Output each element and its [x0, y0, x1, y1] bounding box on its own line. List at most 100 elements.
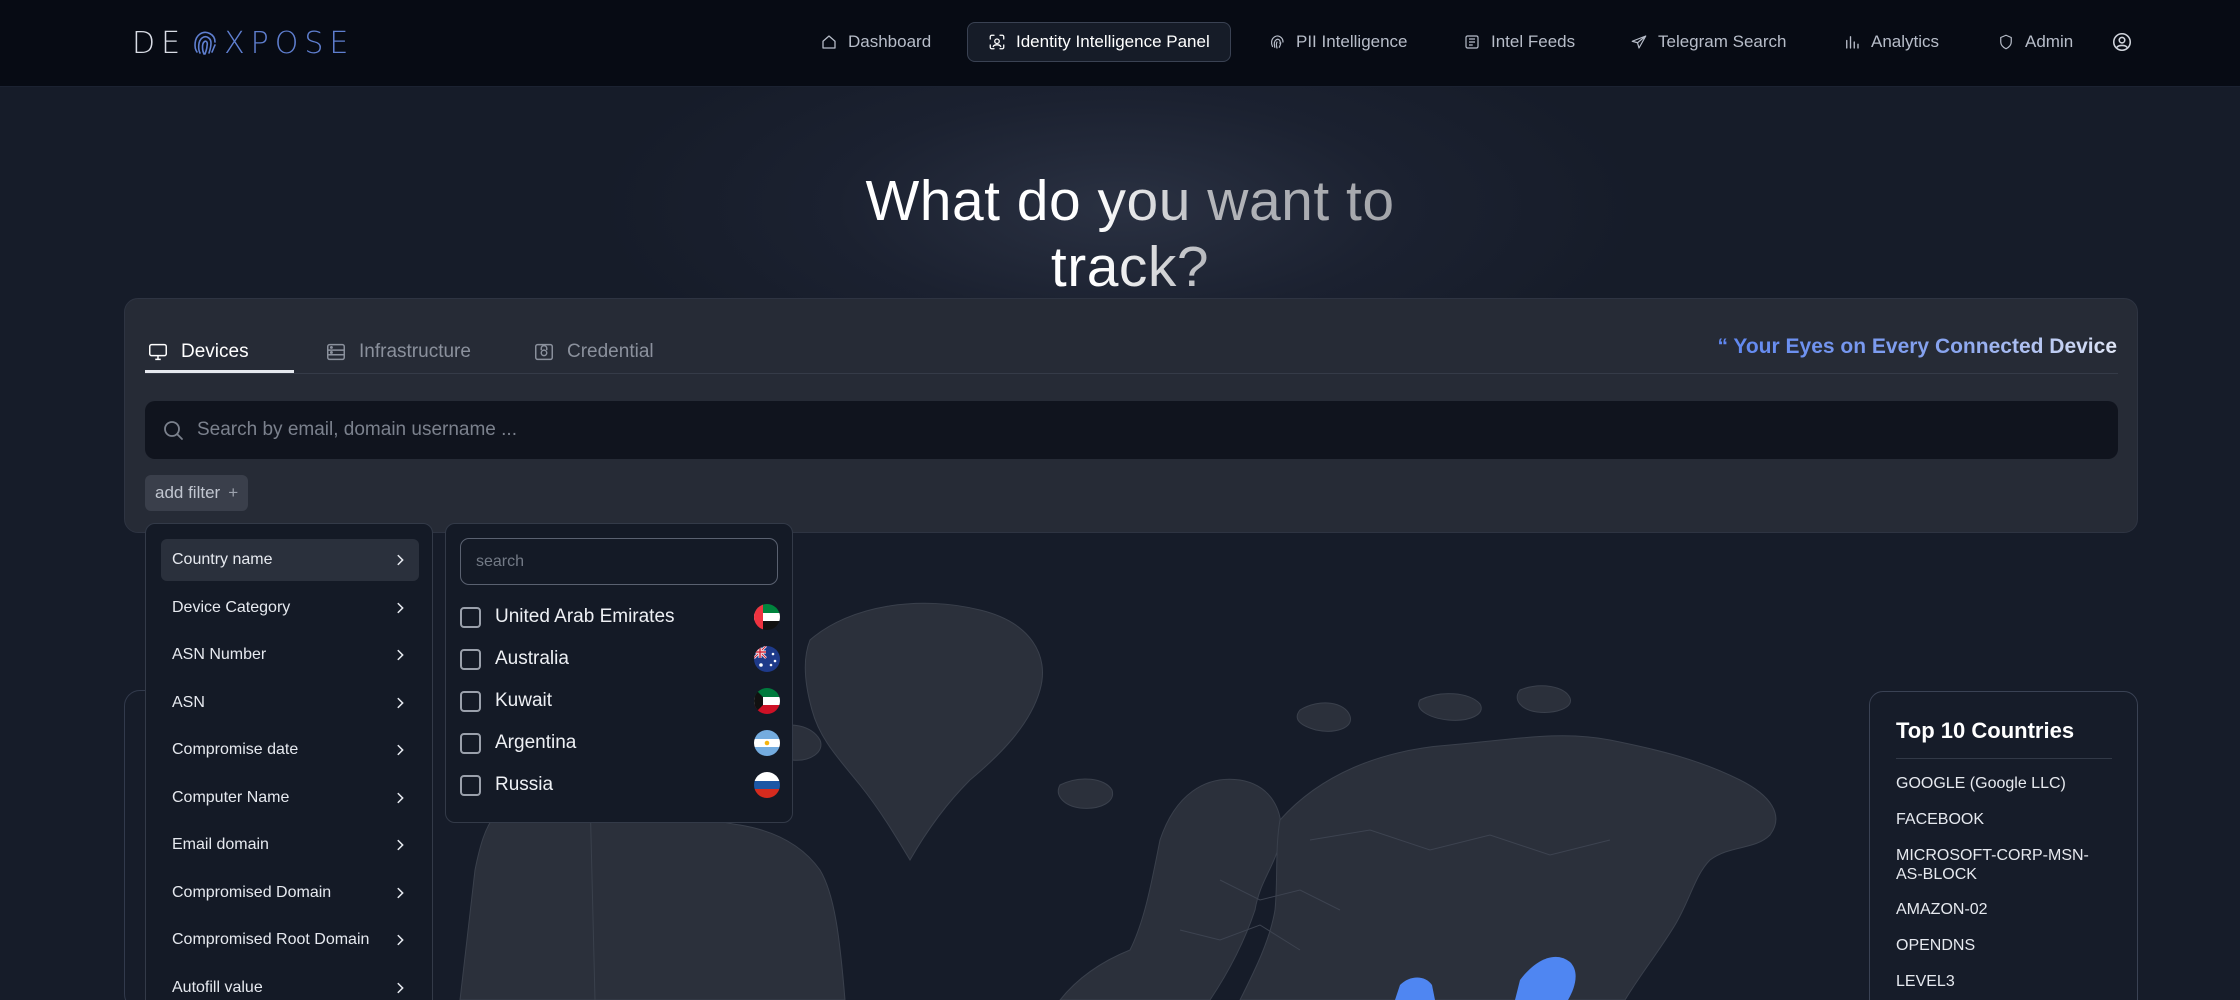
nav-identity-intelligence-panel[interactable]: Identity Intelligence Panel — [967, 22, 1231, 62]
country-option-label: Argentina — [495, 732, 577, 753]
nav-pii-intelligence[interactable]: PII Intelligence — [1268, 22, 1408, 62]
filter-option-label: ASN Number — [172, 646, 267, 663]
country-option-argentina[interactable]: Argentina — [460, 726, 780, 760]
country-checkbox[interactable] — [460, 774, 481, 796]
filter-option-autofill-value[interactable]: Autofill value — [161, 967, 419, 1000]
filter-option-asn-number[interactable]: ASN Number — [161, 634, 419, 676]
filter-option-compromised-domain[interactable]: Compromised Domain — [161, 872, 419, 914]
country-option-label: United Arab Emirates — [495, 606, 675, 627]
map-asia — [1239, 735, 1777, 1000]
filter-option-label: Country name — [172, 551, 273, 568]
filter-option-device-category[interactable]: Device Category — [161, 587, 419, 629]
send-icon — [1631, 35, 1647, 49]
hero-headline-wrap: What do you want to track? — [785, 168, 1475, 299]
tab-credential-label: Credential — [567, 341, 654, 362]
monitor-icon — [149, 343, 167, 361]
top-countries-item[interactable]: OPENDNS — [1896, 936, 2112, 955]
user-circle-icon[interactable] — [2111, 31, 2133, 53]
russia-flag-icon — [754, 772, 780, 798]
country-option-united-arab-emirates[interactable]: United Arab Emirates — [460, 600, 780, 634]
tab-credential[interactable]: Credential — [533, 329, 654, 375]
map-arctic-island — [1418, 693, 1482, 721]
country-checkbox[interactable] — [460, 732, 481, 754]
plus-icon: + — [228, 483, 239, 502]
chevron-right-icon — [397, 744, 404, 756]
top-countries-item[interactable]: MICROSOFT-CORP-MSN-AS-BLOCK — [1896, 846, 2112, 884]
top-countries-item[interactable]: LEVEL3 — [1896, 972, 2112, 991]
fingerprint-logo-icon — [194, 31, 216, 55]
shield-icon — [2000, 34, 2012, 50]
top-countries-card: Top 10 Countries GOOGLE (Google LLC) FAC… — [1869, 691, 2138, 1000]
filter-option-country-name[interactable]: Country name — [161, 539, 419, 581]
map-greenland — [804, 602, 1043, 861]
country-option-kuwait[interactable]: Kuwait — [460, 684, 780, 718]
logo-text-left: DE — [132, 25, 187, 61]
chevron-right-icon — [397, 792, 404, 803]
nav-telegram-search-label: Telegram Search — [1658, 32, 1787, 51]
uae-flag-icon — [754, 604, 780, 630]
top-countries-divider — [1896, 758, 2112, 759]
dexpose-logo[interactable]: DE XPOSE — [132, 25, 355, 61]
country-checkbox[interactable] — [460, 606, 481, 628]
country-option-russia[interactable]: Russia — [460, 768, 780, 802]
filter-option-asn[interactable]: ASN — [161, 682, 419, 724]
server-icon — [327, 343, 345, 361]
tab-divider — [145, 373, 2118, 374]
home-icon — [822, 35, 836, 49]
add-filter-label: add filter — [155, 483, 221, 502]
top-countries-title: Top 10 Countries — [1896, 718, 2075, 743]
filter-option-label: Autofill value — [172, 978, 263, 996]
chevron-right-icon — [397, 887, 404, 898]
add-filter-button[interactable]: add filter + — [145, 475, 249, 511]
country-option-label: Kuwait — [495, 690, 553, 711]
logo-text-right: XPOSE — [224, 25, 355, 61]
chevron-right-icon — [397, 982, 404, 993]
search-bar — [145, 401, 2118, 459]
nav-dashboard[interactable]: Dashboard — [820, 22, 931, 62]
map-arctic-island — [1296, 702, 1351, 732]
nav-admin[interactable]: Admin — [1997, 22, 2073, 62]
nav-intel-feeds[interactable]: Intel Feeds — [1463, 22, 1575, 62]
tab-devices[interactable]: Devices — [147, 329, 249, 375]
filter-category-menu: Country name Device Category ASN Number … — [145, 523, 433, 1000]
filter-option-label: Compromise date — [172, 741, 299, 758]
chevron-right-icon — [397, 934, 404, 946]
country-option-australia[interactable]: Australia — [460, 642, 780, 676]
filter-option-label: Compromised Domain — [172, 883, 332, 901]
nav-identity-intelligence-panel-label: Identity Intelligence Panel — [1016, 32, 1210, 51]
search-input[interactable] — [197, 419, 1997, 441]
tab-infrastructure[interactable]: Infrastructure — [325, 329, 471, 375]
nav-analytics[interactable]: Analytics — [1843, 22, 1939, 62]
filter-option-label: Email domain — [172, 836, 269, 853]
australia-flag-icon — [754, 646, 780, 672]
chevron-right-icon — [397, 839, 404, 851]
country-filter-popover: United Arab Emirates Australia Kuwait Ar… — [445, 523, 793, 823]
argentina-flag-icon — [754, 730, 780, 756]
tab-infrastructure-label: Infrastructure — [359, 341, 471, 362]
top-countries-item[interactable]: GOOGLE (Google LLC) — [1896, 774, 2112, 793]
nav-analytics-label: Analytics — [1871, 32, 1940, 51]
country-checkbox[interactable] — [460, 648, 481, 670]
filter-option-compromised-root-domain[interactable]: Compromised Root Domain — [161, 919, 419, 961]
country-search-input[interactable] — [460, 538, 778, 585]
country-checkbox[interactable] — [460, 690, 481, 712]
top-countries-item[interactable]: FACEBOOK — [1896, 810, 2112, 829]
nav-dashboard-label: Dashboard — [848, 32, 932, 51]
filter-option-compromise-date[interactable]: Compromise date — [161, 729, 419, 771]
country-option-label: Russia — [495, 774, 554, 795]
top-countries-item[interactable]: AMAZON-02 — [1896, 900, 2112, 919]
kuwait-flag-icon — [754, 688, 780, 714]
nav-pii-intelligence-label: PII Intelligence — [1296, 32, 1408, 51]
filter-option-label: ASN — [172, 693, 205, 711]
hero-headline: What do you want to track? — [785, 168, 1475, 300]
face-scan-icon — [989, 34, 1005, 50]
fingerprint-icon — [1270, 35, 1284, 49]
country-option-label: Australia — [495, 648, 569, 669]
panel-tagline: “ Your Eyes on Every Connected Device — [1717, 335, 2117, 358]
filter-option-email-domain[interactable]: Email domain — [161, 824, 419, 866]
nav-telegram-search[interactable]: Telegram Search — [1630, 22, 1787, 62]
filter-option-computer-name[interactable]: Computer Name — [161, 777, 419, 819]
filter-option-label: Computer Name — [172, 788, 290, 806]
filter-option-label: Device Category — [172, 598, 291, 616]
chevron-right-icon — [397, 649, 404, 661]
